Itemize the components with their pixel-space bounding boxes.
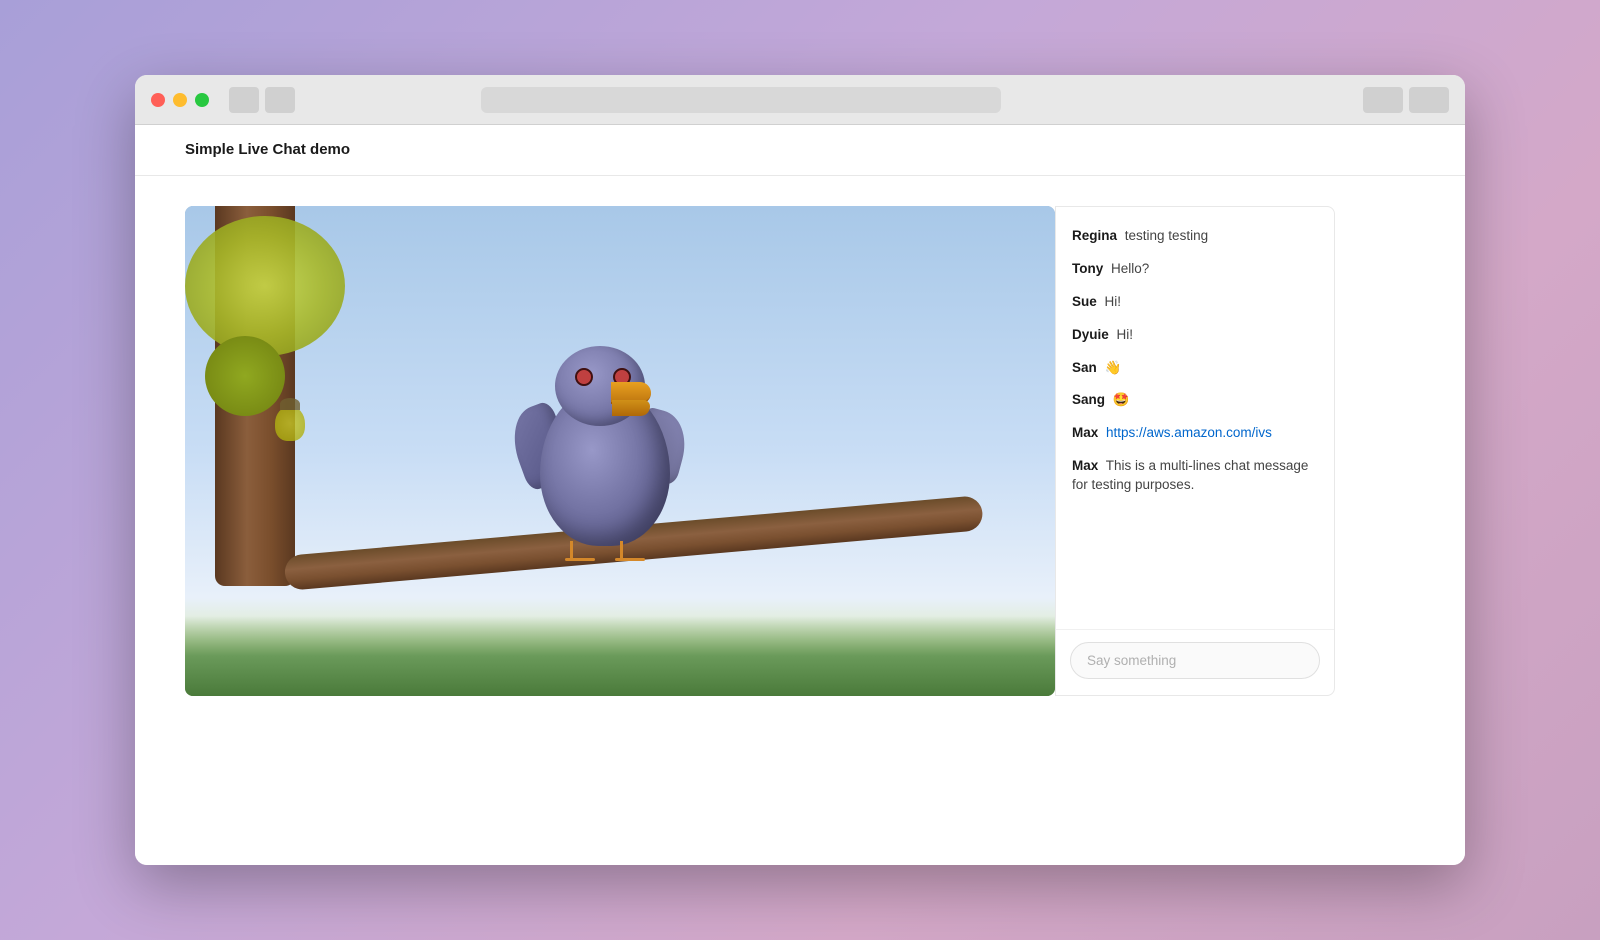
traffic-lights	[151, 93, 209, 107]
bird-beak-lower	[612, 400, 650, 416]
bird	[525, 346, 685, 546]
chat-input[interactable]	[1070, 642, 1320, 679]
main-area: Regina testing testing Tony Hello? Sue H…	[135, 176, 1465, 865]
tree-foliage-secondary	[205, 336, 285, 416]
forward-button[interactable]	[265, 87, 295, 113]
tree-trunk	[215, 206, 295, 586]
browser-controls	[229, 87, 295, 113]
tree-foliage	[185, 216, 345, 356]
acorn	[275, 406, 305, 441]
chat-message-text: Hi!	[1105, 294, 1122, 309]
list-item: Sang 🤩	[1072, 391, 1318, 410]
bird-eye-left	[575, 368, 593, 386]
chat-message-text: 🤩	[1113, 392, 1130, 407]
browser-titlebar	[135, 75, 1465, 125]
chat-message-text: Hi!	[1117, 327, 1134, 342]
chat-message-text: This is a multi-lines chat message for t…	[1072, 458, 1308, 492]
chat-username: Tony	[1072, 261, 1103, 276]
page-content: Simple Live Chat demo	[135, 125, 1465, 865]
chat-message-link[interactable]: https://aws.amazon.com/ivs	[1106, 425, 1272, 440]
extensions-button[interactable]	[1409, 87, 1449, 113]
list-item: Max This is a multi-lines chat message f…	[1072, 457, 1318, 495]
chat-message-text: Hello?	[1111, 261, 1149, 276]
chat-username: San	[1072, 360, 1097, 375]
list-item: Max https://aws.amazon.com/ivs	[1072, 424, 1318, 443]
chat-panel: Regina testing testing Tony Hello? Sue H…	[1055, 206, 1335, 696]
ground-foliage	[185, 616, 1055, 696]
chat-username: Dyuie	[1072, 327, 1109, 342]
maximize-button[interactable]	[195, 93, 209, 107]
chat-input-area	[1056, 629, 1334, 695]
minimize-button[interactable]	[173, 93, 187, 107]
browser-actions	[1363, 87, 1449, 113]
bird-foot-left	[565, 541, 595, 561]
list-item: Tony Hello?	[1072, 260, 1318, 279]
chat-message-text: 👋	[1105, 360, 1122, 375]
video-placeholder	[185, 206, 1055, 696]
page-title: Simple Live Chat demo	[185, 141, 350, 158]
list-item: San 👋	[1072, 359, 1318, 378]
list-item: Regina testing testing	[1072, 227, 1318, 246]
share-button[interactable]	[1363, 87, 1403, 113]
list-item: Dyuie Hi!	[1072, 326, 1318, 345]
list-item: Sue Hi!	[1072, 293, 1318, 312]
chat-username: Sue	[1072, 294, 1097, 309]
chat-messages: Regina testing testing Tony Hello? Sue H…	[1056, 207, 1334, 629]
close-button[interactable]	[151, 93, 165, 107]
chat-username: Regina	[1072, 228, 1117, 243]
chat-username: Max	[1072, 458, 1098, 473]
back-button[interactable]	[229, 87, 259, 113]
browser-window: Simple Live Chat demo	[135, 75, 1465, 865]
bird-head	[555, 346, 645, 426]
bird-scene	[185, 206, 1055, 696]
page-header: Simple Live Chat demo	[135, 125, 1465, 176]
bird-foot-right	[615, 541, 645, 561]
chat-username: Max	[1072, 425, 1098, 440]
video-player[interactable]	[185, 206, 1055, 696]
chat-message-text: testing testing	[1125, 228, 1208, 243]
address-bar[interactable]	[481, 87, 1001, 113]
bird-feet	[565, 541, 645, 561]
chat-username: Sang	[1072, 392, 1105, 407]
